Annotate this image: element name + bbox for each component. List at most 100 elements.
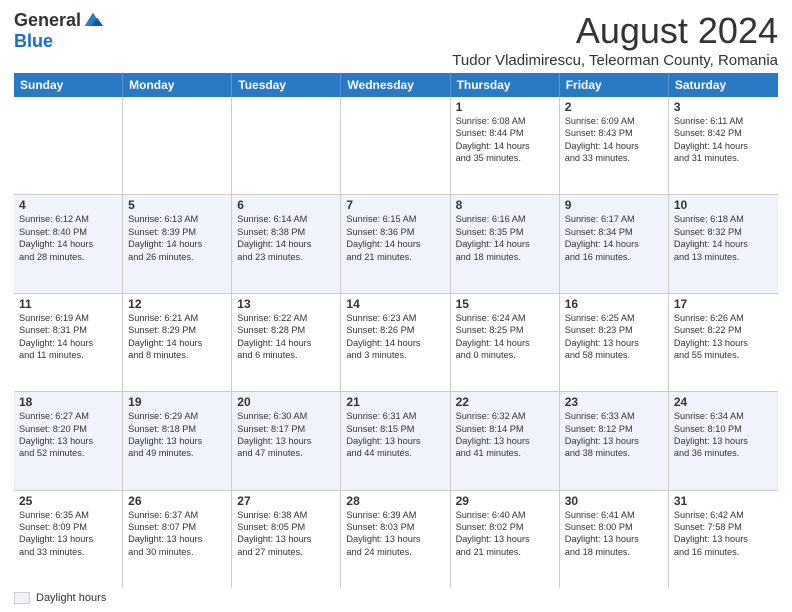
day-number: 26 — [128, 494, 226, 508]
logo: General Blue — [14, 10, 103, 52]
day-info: Sunrise: 6:26 AM Sunset: 8:22 PM Dayligh… — [674, 312, 773, 362]
calendar-cell: 25Sunrise: 6:35 AM Sunset: 8:09 PM Dayli… — [14, 491, 123, 588]
calendar-cell: 8Sunrise: 6:16 AM Sunset: 8:35 PM Daylig… — [451, 195, 560, 292]
day-number: 13 — [237, 297, 335, 311]
calendar: SundayMondayTuesdayWednesdayThursdayFrid… — [14, 73, 778, 588]
calendar-cell: 10Sunrise: 6:18 AM Sunset: 8:32 PM Dayli… — [669, 195, 778, 292]
footer-note: Daylight hours — [14, 592, 778, 604]
calendar-cell: 24Sunrise: 6:34 AM Sunset: 8:10 PM Dayli… — [669, 392, 778, 489]
day-info: Sunrise: 6:19 AM Sunset: 8:31 PM Dayligh… — [19, 312, 117, 362]
day-number: 2 — [565, 100, 663, 114]
main-title: August 2024 — [452, 10, 778, 52]
day-info: Sunrise: 6:11 AM Sunset: 8:42 PM Dayligh… — [674, 115, 773, 165]
day-info: Sunrise: 6:09 AM Sunset: 8:43 PM Dayligh… — [565, 115, 663, 165]
calendar-cell: 13Sunrise: 6:22 AM Sunset: 8:28 PM Dayli… — [232, 294, 341, 391]
calendar-cell: 16Sunrise: 6:25 AM Sunset: 8:23 PM Dayli… — [560, 294, 669, 391]
day-number: 16 — [565, 297, 663, 311]
calendar-cell: 18Sunrise: 6:27 AM Sunset: 8:20 PM Dayli… — [14, 392, 123, 489]
page: General Blue August 2024 Tudor Vladimire… — [0, 0, 792, 612]
day-info: Sunrise: 6:23 AM Sunset: 8:26 PM Dayligh… — [346, 312, 444, 362]
day-number: 7 — [346, 198, 444, 212]
calendar-cell: 3Sunrise: 6:11 AM Sunset: 8:42 PM Daylig… — [669, 97, 778, 194]
day-info: Sunrise: 6:41 AM Sunset: 8:00 PM Dayligh… — [565, 509, 663, 559]
calendar-cell: 22Sunrise: 6:32 AM Sunset: 8:14 PM Dayli… — [451, 392, 560, 489]
day-number: 20 — [237, 395, 335, 409]
footer-box-icon — [14, 592, 30, 604]
day-number: 9 — [565, 198, 663, 212]
calendar-cell — [14, 97, 123, 194]
day-info: Sunrise: 6:14 AM Sunset: 8:38 PM Dayligh… — [237, 213, 335, 263]
calendar-header-row: SundayMondayTuesdayWednesdayThursdayFrid… — [14, 73, 778, 97]
calendar-header-cell: Sunday — [14, 73, 123, 97]
day-number: 30 — [565, 494, 663, 508]
calendar-cell: 14Sunrise: 6:23 AM Sunset: 8:26 PM Dayli… — [341, 294, 450, 391]
day-number: 15 — [456, 297, 554, 311]
day-info: Sunrise: 6:34 AM Sunset: 8:10 PM Dayligh… — [674, 410, 773, 460]
day-info: Sunrise: 6:37 AM Sunset: 8:07 PM Dayligh… — [128, 509, 226, 559]
day-info: Sunrise: 6:25 AM Sunset: 8:23 PM Dayligh… — [565, 312, 663, 362]
day-number: 3 — [674, 100, 773, 114]
day-number: 25 — [19, 494, 117, 508]
title-section: August 2024 Tudor Vladimirescu, Teleorma… — [452, 10, 778, 69]
logo-blue: Blue — [14, 31, 53, 52]
calendar-cell: 27Sunrise: 6:38 AM Sunset: 8:05 PM Dayli… — [232, 491, 341, 588]
calendar-cell: 7Sunrise: 6:15 AM Sunset: 8:36 PM Daylig… — [341, 195, 450, 292]
calendar-cell: 28Sunrise: 6:39 AM Sunset: 8:03 PM Dayli… — [341, 491, 450, 588]
header: General Blue August 2024 Tudor Vladimire… — [14, 10, 778, 69]
day-info: Sunrise: 6:16 AM Sunset: 8:35 PM Dayligh… — [456, 213, 554, 263]
calendar-row: 11Sunrise: 6:19 AM Sunset: 8:31 PM Dayli… — [14, 294, 778, 392]
calendar-cell: 9Sunrise: 6:17 AM Sunset: 8:34 PM Daylig… — [560, 195, 669, 292]
calendar-cell: 26Sunrise: 6:37 AM Sunset: 8:07 PM Dayli… — [123, 491, 232, 588]
day-number: 28 — [346, 494, 444, 508]
logo-general: General — [14, 10, 81, 31]
day-info: Sunrise: 6:38 AM Sunset: 8:05 PM Dayligh… — [237, 509, 335, 559]
day-number: 23 — [565, 395, 663, 409]
calendar-cell: 4Sunrise: 6:12 AM Sunset: 8:40 PM Daylig… — [14, 195, 123, 292]
day-info: Sunrise: 6:33 AM Sunset: 8:12 PM Dayligh… — [565, 410, 663, 460]
day-number: 18 — [19, 395, 117, 409]
calendar-row: 1Sunrise: 6:08 AM Sunset: 8:44 PM Daylig… — [14, 97, 778, 195]
calendar-cell: 5Sunrise: 6:13 AM Sunset: 8:39 PM Daylig… — [123, 195, 232, 292]
day-info: Sunrise: 6:30 AM Sunset: 8:17 PM Dayligh… — [237, 410, 335, 460]
calendar-cell: 1Sunrise: 6:08 AM Sunset: 8:44 PM Daylig… — [451, 97, 560, 194]
day-info: Sunrise: 6:22 AM Sunset: 8:28 PM Dayligh… — [237, 312, 335, 362]
day-number: 21 — [346, 395, 444, 409]
day-number: 31 — [674, 494, 773, 508]
calendar-cell: 19Sunrise: 6:29 AM Sunset: 8:18 PM Dayli… — [123, 392, 232, 489]
calendar-row: 4Sunrise: 6:12 AM Sunset: 8:40 PM Daylig… — [14, 195, 778, 293]
day-info: Sunrise: 6:40 AM Sunset: 8:02 PM Dayligh… — [456, 509, 554, 559]
subtitle: Tudor Vladimirescu, Teleorman County, Ro… — [452, 52, 778, 69]
day-info: Sunrise: 6:27 AM Sunset: 8:20 PM Dayligh… — [19, 410, 117, 460]
day-info: Sunrise: 6:24 AM Sunset: 8:25 PM Dayligh… — [456, 312, 554, 362]
day-number: 6 — [237, 198, 335, 212]
calendar-cell: 20Sunrise: 6:30 AM Sunset: 8:17 PM Dayli… — [232, 392, 341, 489]
calendar-header-cell: Tuesday — [232, 73, 341, 97]
calendar-cell — [341, 97, 450, 194]
day-number: 17 — [674, 297, 773, 311]
calendar-cell: 31Sunrise: 6:42 AM Sunset: 7:58 PM Dayli… — [669, 491, 778, 588]
day-info: Sunrise: 6:32 AM Sunset: 8:14 PM Dayligh… — [456, 410, 554, 460]
logo-icon — [83, 11, 103, 31]
calendar-header-cell: Thursday — [451, 73, 560, 97]
calendar-header-cell: Wednesday — [341, 73, 450, 97]
day-info: Sunrise: 6:12 AM Sunset: 8:40 PM Dayligh… — [19, 213, 117, 263]
calendar-header-cell: Saturday — [669, 73, 778, 97]
day-number: 22 — [456, 395, 554, 409]
calendar-header-cell: Friday — [560, 73, 669, 97]
day-info: Sunrise: 6:21 AM Sunset: 8:29 PM Dayligh… — [128, 312, 226, 362]
day-number: 1 — [456, 100, 554, 114]
day-number: 24 — [674, 395, 773, 409]
day-number: 12 — [128, 297, 226, 311]
day-info: Sunrise: 6:18 AM Sunset: 8:32 PM Dayligh… — [674, 213, 773, 263]
day-number: 10 — [674, 198, 773, 212]
day-number: 19 — [128, 395, 226, 409]
calendar-cell: 15Sunrise: 6:24 AM Sunset: 8:25 PM Dayli… — [451, 294, 560, 391]
day-info: Sunrise: 6:17 AM Sunset: 8:34 PM Dayligh… — [565, 213, 663, 263]
calendar-cell: 2Sunrise: 6:09 AM Sunset: 8:43 PM Daylig… — [560, 97, 669, 194]
day-number: 8 — [456, 198, 554, 212]
calendar-cell: 12Sunrise: 6:21 AM Sunset: 8:29 PM Dayli… — [123, 294, 232, 391]
calendar-cell: 6Sunrise: 6:14 AM Sunset: 8:38 PM Daylig… — [232, 195, 341, 292]
day-info: Sunrise: 6:35 AM Sunset: 8:09 PM Dayligh… — [19, 509, 117, 559]
calendar-body: 1Sunrise: 6:08 AM Sunset: 8:44 PM Daylig… — [14, 97, 778, 588]
calendar-cell — [232, 97, 341, 194]
